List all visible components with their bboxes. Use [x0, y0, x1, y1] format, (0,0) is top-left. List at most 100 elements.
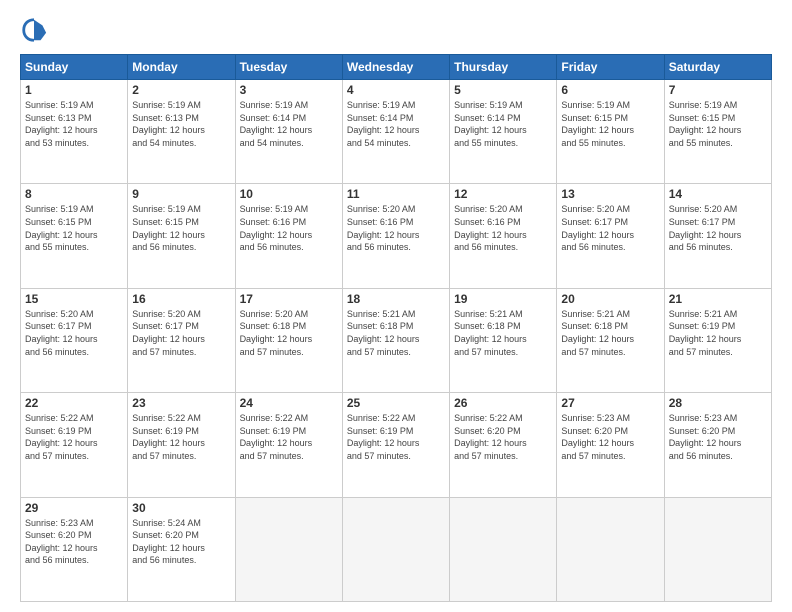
- day-number: 28: [669, 396, 767, 410]
- calendar-row-4: 22 Sunrise: 5:22 AMSunset: 6:19 PMDayligh…: [21, 393, 772, 497]
- calendar-row-1: 1 Sunrise: 5:19 AMSunset: 6:13 PMDaylight…: [21, 80, 772, 184]
- day-cell-25: 25 Sunrise: 5:22 AMSunset: 6:19 PMDayligh…: [342, 393, 449, 497]
- day-number: 25: [347, 396, 445, 410]
- day-cell-14: 14 Sunrise: 5:20 AMSunset: 6:17 PMDayligh…: [664, 184, 771, 288]
- header: [20, 16, 772, 44]
- day-cell-12: 12 Sunrise: 5:20 AMSunset: 6:16 PMDayligh…: [450, 184, 557, 288]
- day-cell-23: 23 Sunrise: 5:22 AMSunset: 6:19 PMDayligh…: [128, 393, 235, 497]
- calendar-row-3: 15 Sunrise: 5:20 AMSunset: 6:17 PMDayligh…: [21, 288, 772, 392]
- day-info: Sunrise: 5:21 AMSunset: 6:18 PMDaylight:…: [454, 309, 527, 357]
- day-number: 5: [454, 83, 552, 97]
- day-number: 6: [561, 83, 659, 97]
- day-number: 16: [132, 292, 230, 306]
- day-number: 20: [561, 292, 659, 306]
- header-cell-sunday: Sunday: [21, 55, 128, 80]
- day-info: Sunrise: 5:19 AMSunset: 6:14 PMDaylight:…: [454, 100, 527, 148]
- day-number: 21: [669, 292, 767, 306]
- day-info: Sunrise: 5:19 AMSunset: 6:16 PMDaylight:…: [240, 204, 313, 252]
- header-cell-thursday: Thursday: [450, 55, 557, 80]
- day-info: Sunrise: 5:21 AMSunset: 6:18 PMDaylight:…: [347, 309, 420, 357]
- day-number: 7: [669, 83, 767, 97]
- header-cell-saturday: Saturday: [664, 55, 771, 80]
- day-cell-20: 20 Sunrise: 5:21 AMSunset: 6:18 PMDayligh…: [557, 288, 664, 392]
- day-cell-2: 2 Sunrise: 5:19 AMSunset: 6:13 PMDaylight…: [128, 80, 235, 184]
- day-cell-15: 15Sunrise: 5:20 AMSunset: 6:17 PMDayligh…: [21, 288, 128, 392]
- day-cell-6: 6 Sunrise: 5:19 AMSunset: 6:15 PMDaylight…: [557, 80, 664, 184]
- day-info: Sunrise: 5:21 AMSunset: 6:19 PMDaylight:…: [669, 309, 742, 357]
- header-cell-friday: Friday: [557, 55, 664, 80]
- day-info: Sunrise: 5:23 AMSunset: 6:20 PMDaylight:…: [25, 518, 98, 566]
- day-number: 3: [240, 83, 338, 97]
- day-cell-9: 9Sunrise: 5:19 AMSunset: 6:15 PMDaylight…: [128, 184, 235, 288]
- day-cell-30: 30Sunrise: 5:24 AMSunset: 6:20 PMDayligh…: [128, 497, 235, 601]
- day-number: 24: [240, 396, 338, 410]
- day-cell-27: 27Sunrise: 5:23 AMSunset: 6:20 PMDayligh…: [557, 393, 664, 497]
- day-number: 1: [25, 83, 123, 97]
- day-number: 11: [347, 187, 445, 201]
- day-info: Sunrise: 5:20 AMSunset: 6:17 PMDaylight:…: [669, 204, 742, 252]
- day-number: 22: [25, 396, 123, 410]
- day-cell-8: 8 Sunrise: 5:19 AMSunset: 6:15 PMDaylight…: [21, 184, 128, 288]
- calendar-row-2: 8 Sunrise: 5:19 AMSunset: 6:15 PMDaylight…: [21, 184, 772, 288]
- day-number: 14: [669, 187, 767, 201]
- day-cell-18: 18 Sunrise: 5:21 AMSunset: 6:18 PMDayligh…: [342, 288, 449, 392]
- day-number: 26: [454, 396, 552, 410]
- day-cell-28: 28 Sunrise: 5:23 AMSunset: 6:20 PMDayligh…: [664, 393, 771, 497]
- calendar-row-5: 29Sunrise: 5:23 AMSunset: 6:20 PMDayligh…: [21, 497, 772, 601]
- day-number: 23: [132, 396, 230, 410]
- day-number: 15: [25, 292, 123, 306]
- day-cell-22: 22 Sunrise: 5:22 AMSunset: 6:19 PMDayligh…: [21, 393, 128, 497]
- empty-cell: [664, 497, 771, 601]
- day-cell-4: 4 Sunrise: 5:19 AMSunset: 6:14 PMDaylight…: [342, 80, 449, 184]
- header-cell-monday: Monday: [128, 55, 235, 80]
- day-number: 18: [347, 292, 445, 306]
- empty-cell: [450, 497, 557, 601]
- day-info: Sunrise: 5:24 AMSunset: 6:20 PMDaylight:…: [132, 518, 205, 566]
- day-number: 2: [132, 83, 230, 97]
- day-info: Sunrise: 5:22 AMSunset: 6:20 PMDaylight:…: [454, 413, 527, 461]
- day-cell-5: 5 Sunrise: 5:19 AMSunset: 6:14 PMDaylight…: [450, 80, 557, 184]
- day-number: 10: [240, 187, 338, 201]
- empty-cell: [235, 497, 342, 601]
- calendar-header: SundayMondayTuesdayWednesdayThursdayFrid…: [21, 55, 772, 80]
- day-info: Sunrise: 5:22 AMSunset: 6:19 PMDaylight:…: [132, 413, 205, 461]
- day-info: Sunrise: 5:21 AMSunset: 6:18 PMDaylight:…: [561, 309, 634, 357]
- day-info: Sunrise: 5:20 AMSunset: 6:17 PMDaylight:…: [132, 309, 205, 357]
- logo: [20, 16, 52, 44]
- day-info: Sunrise: 5:20 AMSunset: 6:17 PMDaylight:…: [561, 204, 634, 252]
- day-info: Sunrise: 5:19 AMSunset: 6:15 PMDaylight:…: [25, 204, 98, 252]
- day-cell-1: 1Sunrise: 5:19 AMSunset: 6:13 PMDaylight…: [21, 80, 128, 184]
- day-number: 12: [454, 187, 552, 201]
- day-info: Sunrise: 5:19 AMSunset: 6:15 PMDaylight:…: [561, 100, 634, 148]
- day-info: Sunrise: 5:22 AMSunset: 6:19 PMDaylight:…: [240, 413, 313, 461]
- day-number: 4: [347, 83, 445, 97]
- day-info: Sunrise: 5:20 AMSunset: 6:16 PMDaylight:…: [454, 204, 527, 252]
- day-cell-29: 29Sunrise: 5:23 AMSunset: 6:20 PMDayligh…: [21, 497, 128, 601]
- day-cell-17: 17 Sunrise: 5:20 AMSunset: 6:18 PMDayligh…: [235, 288, 342, 392]
- day-info: Sunrise: 5:19 AMSunset: 6:13 PMDaylight:…: [132, 100, 205, 148]
- day-cell-3: 3 Sunrise: 5:19 AMSunset: 6:14 PMDaylight…: [235, 80, 342, 184]
- day-cell-16: 16 Sunrise: 5:20 AMSunset: 6:17 PMDayligh…: [128, 288, 235, 392]
- empty-cell: [557, 497, 664, 601]
- day-info: Sunrise: 5:19 AMSunset: 6:14 PMDaylight:…: [347, 100, 420, 148]
- day-cell-10: 10 Sunrise: 5:19 AMSunset: 6:16 PMDayligh…: [235, 184, 342, 288]
- day-cell-19: 19 Sunrise: 5:21 AMSunset: 6:18 PMDayligh…: [450, 288, 557, 392]
- logo-icon: [20, 16, 48, 44]
- day-number: 19: [454, 292, 552, 306]
- day-number: 8: [25, 187, 123, 201]
- day-info: Sunrise: 5:19 AMSunset: 6:14 PMDaylight:…: [240, 100, 313, 148]
- header-cell-wednesday: Wednesday: [342, 55, 449, 80]
- day-info: Sunrise: 5:20 AMSunset: 6:18 PMDaylight:…: [240, 309, 313, 357]
- header-cell-tuesday: Tuesday: [235, 55, 342, 80]
- day-info: Sunrise: 5:20 AMSunset: 6:16 PMDaylight:…: [347, 204, 420, 252]
- day-cell-21: 21 Sunrise: 5:21 AMSunset: 6:19 PMDayligh…: [664, 288, 771, 392]
- day-info: Sunrise: 5:22 AMSunset: 6:19 PMDaylight:…: [25, 413, 98, 461]
- day-info: Sunrise: 5:19 AMSunset: 6:15 PMDaylight:…: [669, 100, 742, 148]
- day-info: Sunrise: 5:23 AMSunset: 6:20 PMDaylight:…: [669, 413, 742, 461]
- calendar-table: SundayMondayTuesdayWednesdayThursdayFrid…: [20, 54, 772, 602]
- day-info: Sunrise: 5:22 AMSunset: 6:19 PMDaylight:…: [347, 413, 420, 461]
- day-number: 27: [561, 396, 659, 410]
- day-cell-11: 11 Sunrise: 5:20 AMSunset: 6:16 PMDayligh…: [342, 184, 449, 288]
- day-number: 17: [240, 292, 338, 306]
- day-cell-7: 7 Sunrise: 5:19 AMSunset: 6:15 PMDaylight…: [664, 80, 771, 184]
